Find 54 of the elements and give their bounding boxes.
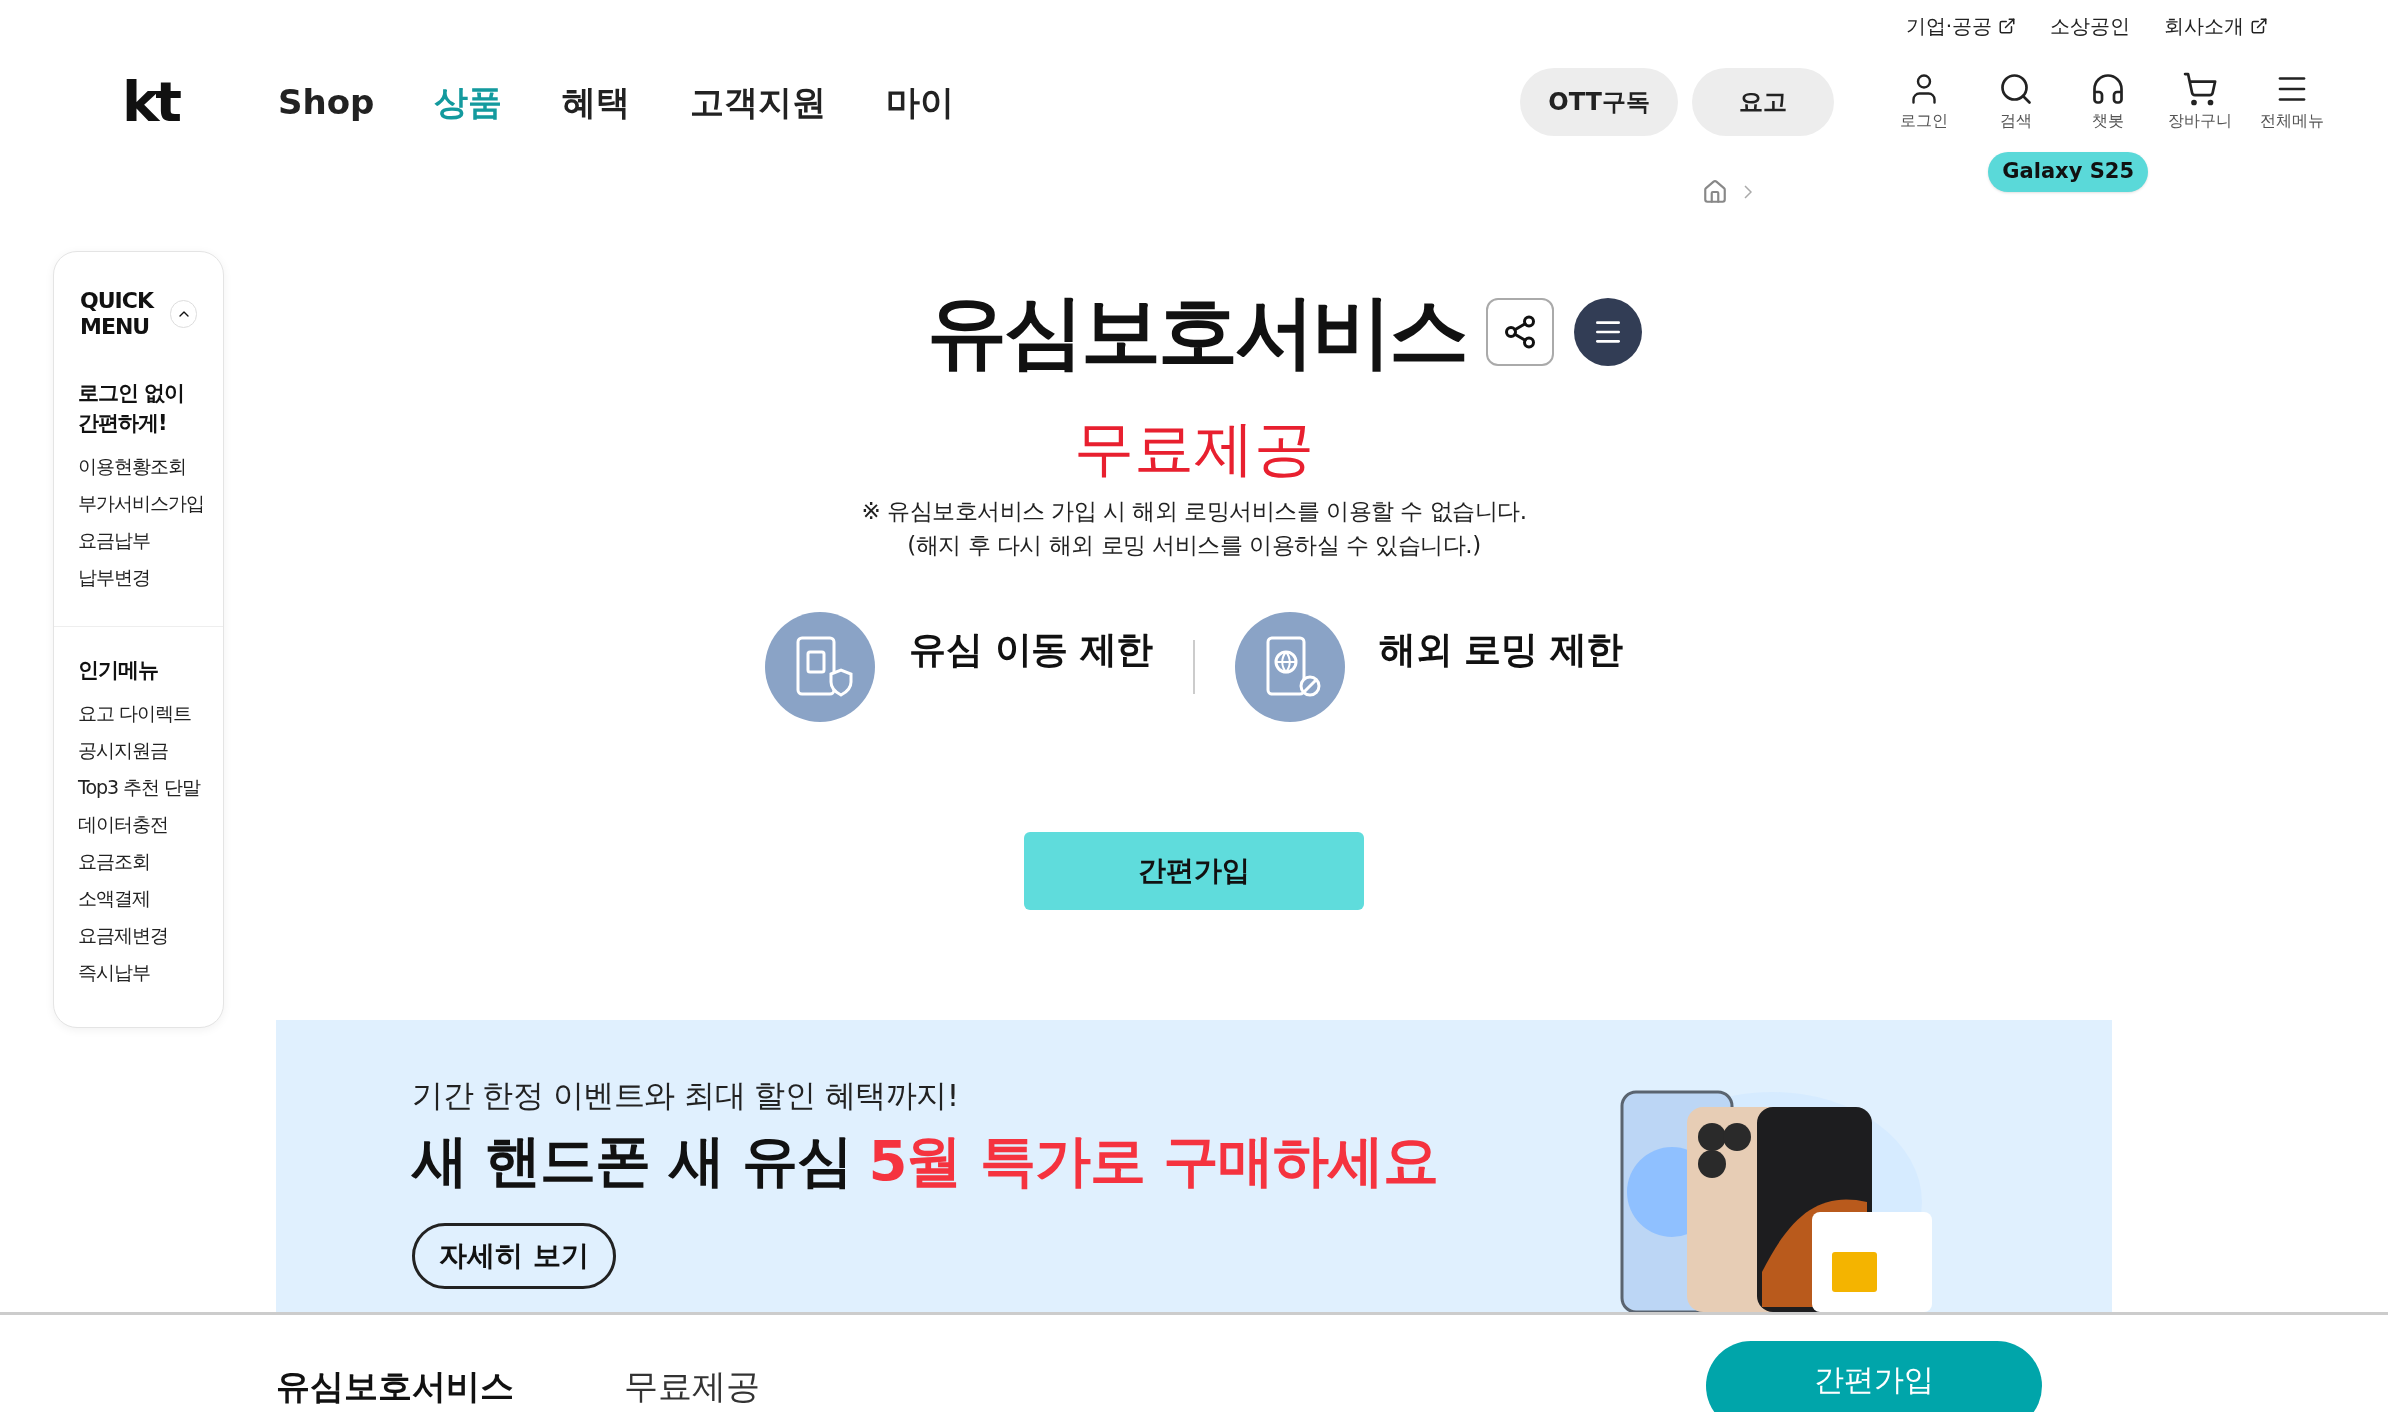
product-price: 무료제공 (624, 1365, 760, 1408)
header-icon-button[interactable]: 전체메뉴 (2256, 71, 2328, 133)
quick-menu-link[interactable]: 납부변경 (78, 559, 199, 596)
header-icon-button[interactable]: 장바구니 (2164, 71, 2236, 133)
quick-menu-link[interactable]: 즉시납부 (78, 954, 199, 991)
cart-icon (2182, 71, 2218, 107)
pill-button[interactable]: 요고 (1692, 68, 1834, 136)
product-name: 유심보호서비스 (276, 1365, 514, 1408)
utility-link[interactable]: 소상공인 (2050, 11, 2130, 41)
utility-link[interactable]: 회사소개 (2164, 11, 2268, 41)
quick-menu-title: QUICK MENU (80, 288, 156, 340)
chevron-icon (1744, 185, 1752, 199)
quick-menu-link[interactable]: 요금제변경 (78, 917, 199, 954)
banner-kicker: 기간 한정 이벤트와 최대 할인 혜택까지! (412, 1076, 960, 1115)
quick-menu-link[interactable]: 공시지원금 (78, 732, 199, 769)
price-text: 무료제공 (1074, 418, 1314, 478)
feature-label: 해외 로밍 제한 (1379, 627, 1623, 673)
quick-menu-link[interactable]: 요고 다이렉트 (78, 695, 199, 732)
quick-menu-link[interactable]: 이용현황조회 (78, 448, 199, 485)
section-heading: 인기메뉴 (78, 657, 159, 684)
search-icon (1998, 71, 2034, 107)
details-button[interactable]: 자세히 보기 (412, 1222, 616, 1289)
quick-menu-link[interactable]: Top3 추천 단말 (78, 769, 199, 806)
logo[interactable]: kt (122, 74, 202, 158)
header-icon-button[interactable]: 로그인 (1888, 71, 1960, 133)
tooltip: Galaxy S25 (1988, 152, 2148, 192)
headset-icon (2090, 71, 2126, 107)
header-icon-button[interactable]: 검색 (1980, 71, 2052, 133)
promo-banner[interactable]: 기간 한정 이벤트와 최대 할인 혜택까지! 새 핸드폰 새 유심 5월 특가로 구매하세요 자세히 보기 (276, 1020, 2112, 1312)
section-heading: 로그인 없이 간편하게! (78, 380, 186, 437)
nav-tab[interactable]: 혜택 (562, 76, 631, 128)
banner-headline: 새 핸드폰 새 유심 (412, 1132, 853, 1189)
phone-globe-icon (1235, 612, 1345, 722)
page-title: 유심보호서비스 (926, 292, 1466, 372)
nav-tab[interactable]: 고객지원 (690, 76, 827, 128)
home-icon[interactable] (1702, 179, 1728, 205)
external-link-icon (2250, 17, 2268, 35)
header-icon-button[interactable]: 챗봇 (2072, 71, 2144, 133)
pill-button[interactable]: OTT구독 (1520, 68, 1678, 136)
banner-highlight: 5월 특가로 구매하세요 (868, 1132, 1439, 1189)
join-button[interactable]: 간편가입 (1024, 832, 1364, 910)
phone-shield-icon (765, 612, 876, 722)
quick-menu-link[interactable]: 요금납부 (78, 522, 199, 559)
quick-menu-link[interactable]: 요금조회 (78, 843, 199, 880)
nav-tab[interactable]: 마이 (886, 76, 955, 128)
notice-text: ※ 유심보호서비스 가입 시 해외 로밍서비스를 이용할 수 없습니다. (861, 497, 1527, 526)
external-link-icon (1998, 17, 2016, 35)
quick-menu-link[interactable]: 소액결제 (78, 880, 199, 917)
feature-label: 유심 이동 제한 (909, 627, 1153, 673)
quick-menu-link[interactable]: 데이터충전 (78, 806, 199, 843)
notice-text: (해지 후 다시 해외 로밍 서비스를 이용하실 수 있습니다.) (907, 531, 1481, 560)
nav-tab[interactable]: Shop (278, 76, 375, 128)
utility-link[interactable]: 기업·공공 (1905, 11, 2016, 41)
share-button[interactable] (1485, 298, 1554, 366)
